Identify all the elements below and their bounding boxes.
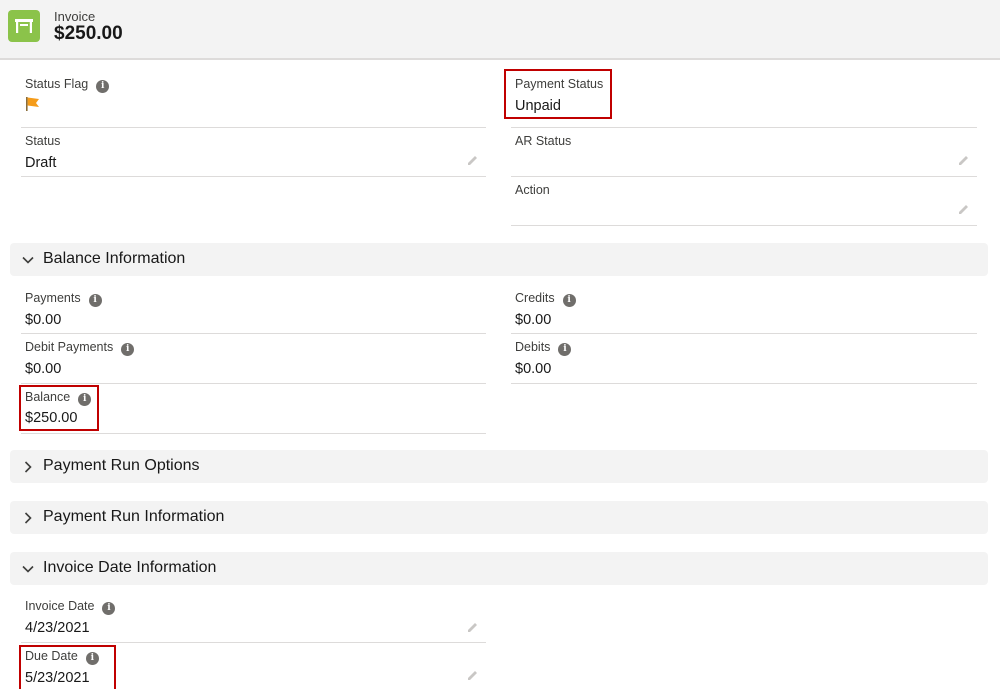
chevron-down-icon: [22, 565, 34, 573]
section-invoice-date-information[interactable]: Invoice Date Information: [10, 552, 988, 585]
field-action: Action: [511, 177, 977, 226]
info-icon[interactable]: i: [558, 343, 572, 356]
field-label: Status: [25, 134, 61, 148]
field-label: Debits: [515, 340, 551, 354]
section-title: Invoice Date Information: [43, 559, 217, 576]
field-label: Status Flag: [25, 77, 89, 91]
info-icon[interactable]: i: [562, 294, 576, 307]
field-label: Invoice Date: [25, 599, 95, 613]
field-label: Credits: [515, 291, 555, 305]
edit-pencil-icon[interactable]: [957, 202, 971, 216]
edit-pencil-icon[interactable]: [466, 153, 480, 167]
section-title: Payment Run Options: [43, 457, 200, 474]
chevron-down-icon: [22, 256, 34, 264]
field-payments: Payments i $0.00: [21, 284, 486, 334]
invoice-object-icon: [8, 10, 40, 42]
section-balance-information[interactable]: Balance Information: [10, 243, 988, 276]
field-label: Action: [515, 183, 550, 197]
field-invoice-date: Invoice Date i 4/23/2021: [21, 593, 486, 643]
field-value: $0.00: [25, 361, 62, 377]
edit-pencil-icon[interactable]: [466, 668, 480, 682]
record-header: Invoice $250.00: [0, 0, 1000, 60]
field-status-flag: Status Flag i: [21, 70, 486, 128]
chevron-right-icon: [24, 461, 32, 473]
field-value: Draft: [25, 155, 57, 171]
section-payment-run-information[interactable]: Payment Run Information: [10, 501, 988, 534]
field-debits: Debits i $0.00: [511, 334, 977, 384]
info-icon[interactable]: i: [88, 294, 102, 307]
info-icon[interactable]: i: [102, 602, 116, 615]
highlight-due-date: [19, 645, 116, 689]
highlight-payment-status: [504, 69, 612, 119]
section-title: Balance Information: [43, 250, 186, 267]
field-value: $0.00: [515, 312, 552, 328]
section-title: Payment Run Information: [43, 508, 225, 525]
field-label: AR Status: [515, 134, 572, 148]
field-value: 4/23/2021: [25, 620, 90, 636]
field-debit-payments: Debit Payments i $0.00: [21, 334, 486, 384]
edit-pencil-icon[interactable]: [466, 620, 480, 634]
info-icon[interactable]: i: [121, 343, 135, 356]
info-icon[interactable]: i: [96, 80, 110, 93]
field-status: Status Draft: [21, 128, 486, 177]
field-credits: Credits i $0.00: [511, 284, 977, 334]
section-payment-run-options[interactable]: Payment Run Options: [10, 450, 988, 483]
object-type-label: Invoice: [54, 9, 96, 24]
field-value: $0.00: [515, 361, 552, 377]
record-title: $250.00: [54, 23, 123, 44]
flag-icon: [25, 96, 41, 117]
field-label: Debit Payments: [25, 340, 114, 354]
chevron-right-icon: [24, 512, 32, 524]
edit-pencil-icon[interactable]: [957, 153, 971, 167]
field-ar-status: AR Status: [511, 128, 977, 177]
highlight-balance: [19, 385, 99, 431]
field-label: Payments: [25, 291, 81, 305]
field-value: $0.00: [25, 312, 62, 328]
